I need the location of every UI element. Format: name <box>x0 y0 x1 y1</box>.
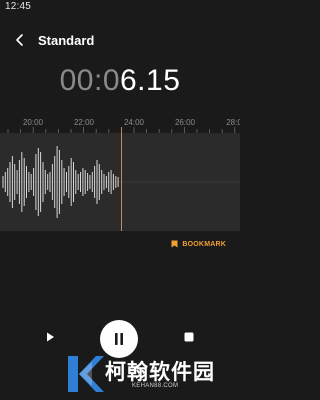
bookmark-icon <box>171 240 178 248</box>
bookmark-button[interactable]: BOOKMARK <box>171 238 226 250</box>
play-icon <box>47 332 54 342</box>
playhead[interactable] <box>121 127 122 231</box>
stop-button[interactable] <box>181 329 197 345</box>
timeline-tick: 28:0 <box>226 118 240 127</box>
waveform-panel[interactable] <box>0 133 240 231</box>
watermark-title: 柯翰软件园 <box>105 361 215 384</box>
voice-recorder-screen: 12:45 Standard 00:06.15 20:00 22:00 24:0… <box>0 0 240 400</box>
timeline-tick: 22:00 <box>73 118 95 127</box>
stop-icon <box>184 332 194 342</box>
kehan-logo-icon <box>68 356 104 392</box>
timeline-tick: 26:00 <box>174 118 196 127</box>
bookmark-label: BOOKMARK <box>182 240 226 248</box>
chevron-left-icon <box>16 34 23 46</box>
status-bar: 12:45 <box>0 0 240 16</box>
recording-timer: 00:06.15 <box>0 64 240 98</box>
timer-elapsed: 00:0 <box>59 64 120 97</box>
timeline-tick: 20:00 <box>22 118 44 127</box>
timeline-tick: 24:00 <box>123 118 145 127</box>
back-button[interactable] <box>11 31 29 49</box>
play-button[interactable] <box>42 329 58 345</box>
app-bar: Standard <box>0 26 240 54</box>
watermark-url: KEHAN88.COM <box>132 383 179 389</box>
status-time: 12:45 <box>5 1 32 12</box>
waveform <box>0 146 240 218</box>
page-title: Standard <box>38 33 95 48</box>
timer-current: 6.15 <box>120 64 181 97</box>
watermark: 柯翰软件园 KEHAN88.COM <box>62 350 240 400</box>
